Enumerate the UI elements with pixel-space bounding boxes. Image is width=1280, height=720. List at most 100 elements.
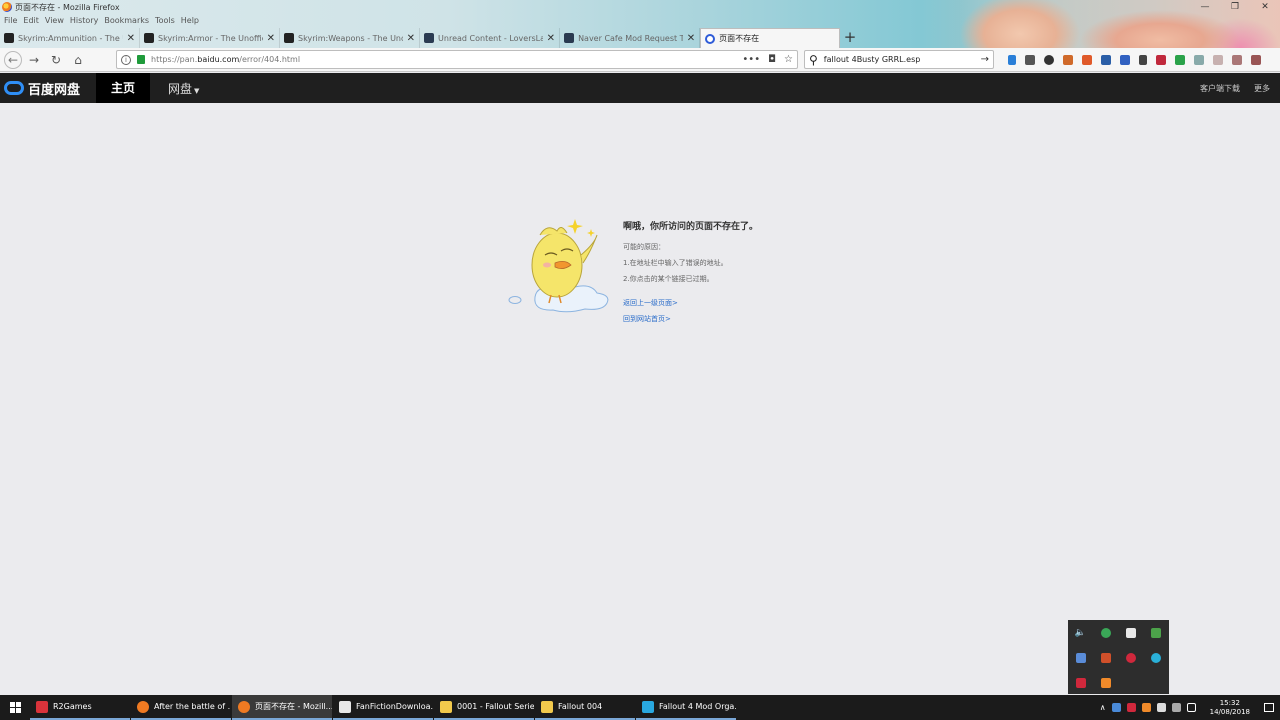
notification-icon[interactable] bbox=[1264, 703, 1274, 712]
tray-app-icon[interactable] bbox=[1171, 703, 1181, 712]
nav-home[interactable]: 主页 bbox=[96, 73, 150, 103]
baidu-netdisk-logo[interactable]: 百度网盘 bbox=[4, 79, 96, 98]
red-app-tray-icon[interactable] bbox=[1068, 670, 1093, 695]
hamburger-menu-icon[interactable] bbox=[1251, 54, 1261, 65]
taskbar-item-r2games[interactable]: R2Games bbox=[30, 695, 130, 720]
lock-icon[interactable] bbox=[137, 55, 145, 64]
tab-loverslab[interactable]: Unread Content - LoversLab ✕ bbox=[420, 28, 561, 48]
forward-button[interactable]: → bbox=[24, 50, 44, 70]
tray-app-icon[interactable] bbox=[1141, 703, 1151, 712]
library-icon[interactable] bbox=[1025, 54, 1035, 65]
taskbar-item-folder-1[interactable]: 0001 - Fallout Series bbox=[434, 695, 534, 720]
tab-close-icon[interactable]: ✕ bbox=[127, 33, 135, 44]
extension-plus-icon[interactable] bbox=[1139, 54, 1147, 65]
tab-naver-cafe[interactable]: Naver Cafe Mod Request Thre ✕ bbox=[560, 28, 701, 48]
menu-bookmarks[interactable]: Bookmarks bbox=[104, 16, 149, 25]
extension-green-icon[interactable] bbox=[1175, 54, 1185, 65]
minimize-button[interactable]: — bbox=[1190, 0, 1220, 14]
tab-close-icon[interactable]: ✕ bbox=[407, 33, 415, 44]
new-tab-button[interactable]: + bbox=[840, 28, 860, 48]
magnet-tray-icon[interactable] bbox=[1093, 645, 1118, 670]
search-query[interactable]: fallout 4Busty GRRL.esp bbox=[824, 55, 921, 64]
chick-illustration bbox=[508, 219, 609, 313]
back-button[interactable]: ← bbox=[4, 50, 22, 69]
tab-label: Skyrim:Weapons - The Unoffic bbox=[298, 33, 403, 43]
reason-heading: 可能的原因： bbox=[623, 243, 665, 251]
taskbar-item-mod-organizer[interactable]: Fallout 4 Mod Orga... bbox=[636, 695, 736, 720]
site-home-link[interactable]: 回到网站首页> bbox=[623, 314, 758, 324]
tray-app-icon[interactable] bbox=[1126, 703, 1136, 712]
search-go-icon[interactable]: → bbox=[981, 54, 989, 65]
tab-skyrim-armor[interactable]: Skyrim:Armor - The Unofficial ✕ bbox=[140, 28, 281, 48]
speaker-tray-icon[interactable]: 🔈 bbox=[1068, 620, 1093, 645]
tab-close-icon[interactable]: ✕ bbox=[547, 33, 555, 44]
tab-skyrim-weapons[interactable]: Skyrim:Weapons - The Unoffic ✕ bbox=[280, 28, 421, 48]
window-title: 页面不存在 - Mozilla Firefox bbox=[15, 2, 120, 12]
shield-tray-icon[interactable] bbox=[1118, 620, 1143, 645]
tab-close-icon[interactable]: ✕ bbox=[267, 33, 275, 44]
menu-file[interactable]: File bbox=[4, 16, 17, 25]
tab-label: 页面不存在 bbox=[719, 34, 760, 43]
url-text[interactable]: https://pan.baidu.com/error/404.html bbox=[151, 55, 300, 64]
extension-s-icon[interactable] bbox=[1120, 54, 1130, 65]
extension-grey-icon[interactable] bbox=[1194, 54, 1204, 65]
download-icon[interactable] bbox=[1008, 54, 1016, 65]
menu-edit[interactable]: Edit bbox=[23, 16, 39, 25]
more-menu[interactable]: 更多 bbox=[1254, 83, 1270, 94]
search-icon: ⚲ bbox=[809, 52, 818, 67]
extension-faded-icon[interactable] bbox=[1213, 54, 1223, 65]
extension-red-icon[interactable] bbox=[1156, 54, 1166, 65]
search-bar[interactable]: ⚲ fallout 4Busty GRRL.esp → bbox=[804, 50, 994, 69]
tray-expand-icon[interactable]: ∧ bbox=[1100, 703, 1106, 712]
taskbar-item-fanfiction[interactable]: FanFictionDownloa... bbox=[333, 695, 433, 720]
extension-dark-icon[interactable] bbox=[1044, 54, 1054, 65]
tab-close-icon[interactable]: ✕ bbox=[687, 33, 695, 44]
tab-label: Naver Cafe Mod Request Thre bbox=[578, 33, 684, 43]
menu-tools[interactable]: Tools bbox=[155, 16, 175, 25]
page-actions-icon[interactable]: ••• bbox=[742, 54, 760, 65]
bookmark-star-icon[interactable]: ☆ bbox=[784, 54, 793, 65]
folder-icon bbox=[541, 700, 553, 713]
maximize-button[interactable]: ❐ bbox=[1220, 0, 1250, 14]
menu-view[interactable]: View bbox=[45, 16, 64, 25]
chrome-tray-icon[interactable] bbox=[1093, 620, 1118, 645]
overflow-menu-icon[interactable] bbox=[1232, 54, 1242, 65]
client-download-link[interactable]: 客户端下载 bbox=[1200, 83, 1240, 94]
start-button[interactable] bbox=[0, 695, 30, 720]
menu-bar: File Edit View History Bookmarks Tools H… bbox=[0, 14, 201, 27]
windows-logo-icon bbox=[9, 702, 21, 713]
home-button[interactable]: ⌂ bbox=[68, 50, 88, 70]
nav-netdisk[interactable]: 网盘 ▼ bbox=[168, 80, 199, 97]
extension-gear-icon[interactable] bbox=[1063, 54, 1073, 65]
title-bar: 页面不存在 - Mozilla Firefox — ❐ ✕ bbox=[0, 0, 1280, 14]
menu-history[interactable]: History bbox=[70, 16, 98, 25]
monitor-tray-icon[interactable] bbox=[1068, 645, 1093, 670]
taskbar-item-firefox-1[interactable]: After the battle of ... bbox=[131, 695, 231, 720]
address-bar[interactable]: i https://pan.baidu.com/error/404.html •… bbox=[116, 50, 798, 69]
tray-app-icon[interactable] bbox=[1111, 703, 1121, 712]
orange-app-tray-icon[interactable] bbox=[1093, 670, 1118, 695]
clock[interactable]: 15:32 14/08/2018 bbox=[1210, 699, 1250, 717]
back-previous-page-link[interactable]: 返回上一级页面> bbox=[623, 298, 758, 308]
chevron-down-icon: ▼ bbox=[194, 86, 200, 95]
uesp-favicon-icon bbox=[4, 33, 14, 43]
menu-help[interactable]: Help bbox=[181, 16, 199, 25]
extension-fox-icon[interactable] bbox=[1082, 54, 1092, 65]
taskbar-item-folder-2[interactable]: Fallout 004 bbox=[535, 695, 635, 720]
tab-baidu-404[interactable]: 页面不存在 bbox=[700, 28, 841, 48]
info-icon[interactable]: i bbox=[121, 54, 131, 65]
malwarebytes-tray-icon[interactable] bbox=[1118, 645, 1143, 670]
search-tray-icon[interactable] bbox=[1143, 645, 1168, 670]
r2games-icon bbox=[36, 700, 48, 713]
tab-skyrim-ammunition[interactable]: Skyrim:Ammunition - The Uno ✕ bbox=[0, 28, 141, 48]
reload-button[interactable]: ↻ bbox=[46, 50, 66, 70]
reader-icon[interactable] bbox=[1101, 54, 1111, 65]
network-icon[interactable] bbox=[1186, 703, 1196, 712]
close-window-button[interactable]: ✕ bbox=[1250, 0, 1280, 14]
tray-overflow-flyout: 🔈 bbox=[1068, 620, 1169, 694]
tray-app-icon[interactable] bbox=[1156, 703, 1166, 712]
taskbar-item-firefox-2[interactable]: 页面不存在 - Mozill... bbox=[232, 695, 332, 720]
pocket-icon[interactable]: ◘ bbox=[768, 54, 776, 65]
nvidia-tray-icon[interactable] bbox=[1143, 620, 1168, 645]
mod-organizer-icon bbox=[642, 700, 654, 713]
